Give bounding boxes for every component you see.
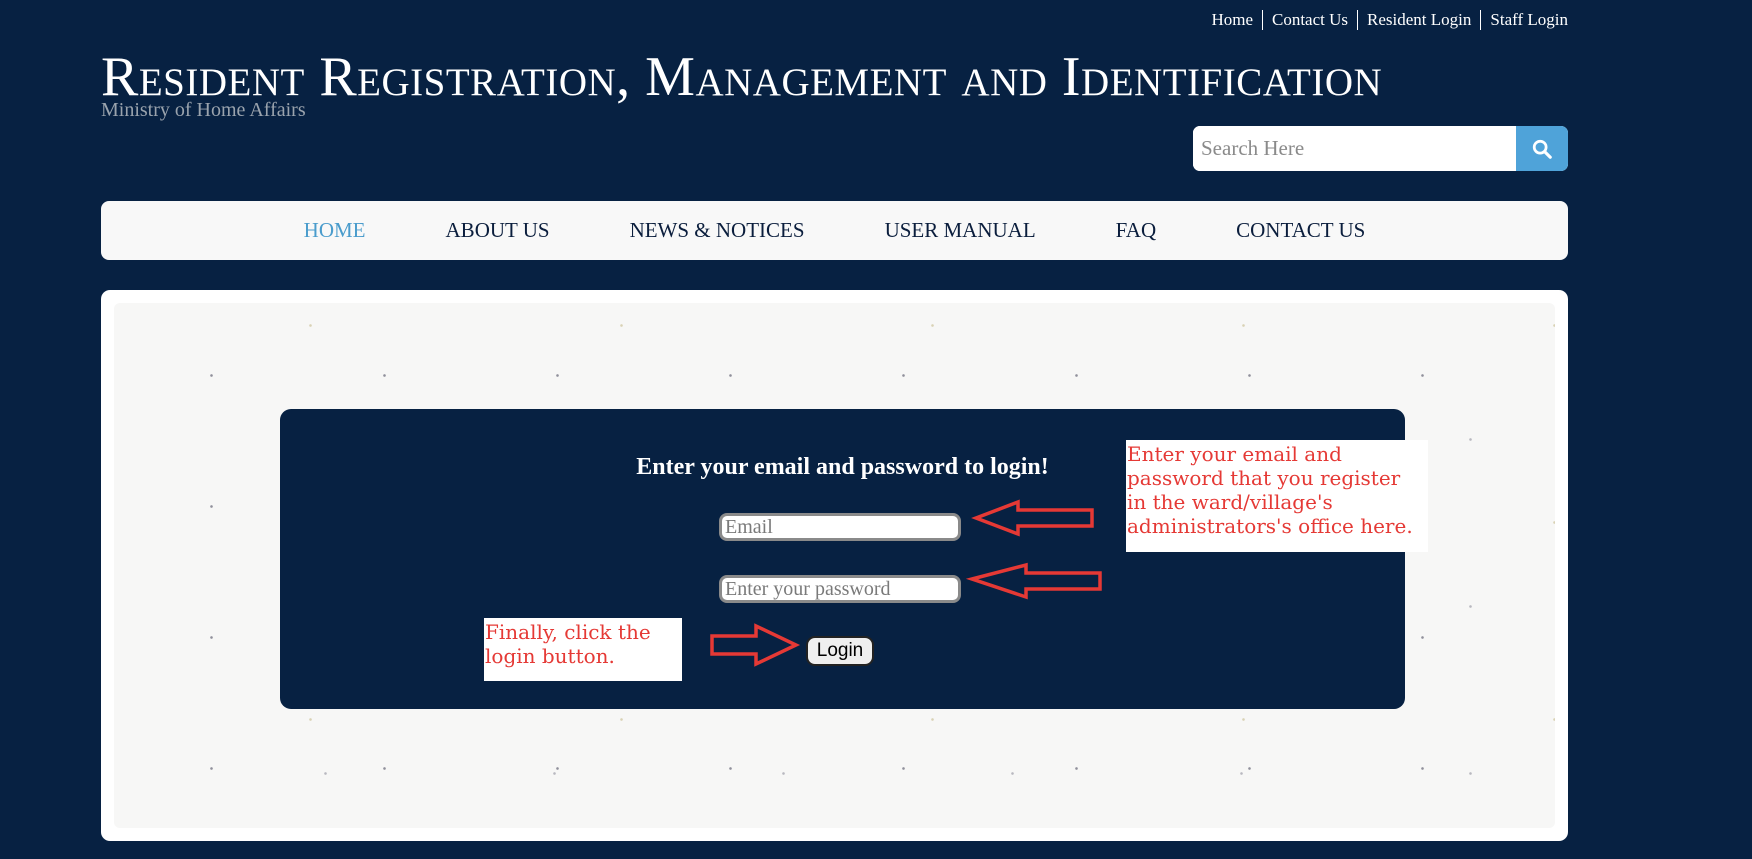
toplink-resident-login[interactable]: Resident Login bbox=[1358, 10, 1480, 30]
site-subtitle: Ministry of Home Affairs bbox=[101, 99, 306, 121]
nav-news-notices[interactable]: NEWS & NOTICES bbox=[630, 218, 805, 243]
arrow-left-icon bbox=[966, 562, 1102, 600]
nav-user-manual[interactable]: USER MANUAL bbox=[885, 218, 1036, 243]
password-field[interactable] bbox=[719, 575, 961, 603]
arrow-right-icon bbox=[710, 623, 801, 667]
email-field[interactable] bbox=[719, 513, 961, 541]
toplink-home[interactable]: Home bbox=[1202, 10, 1262, 30]
toplink-contact-us[interactable]: Contact Us bbox=[1263, 10, 1357, 30]
nav-contact-us[interactable]: CONTACT US bbox=[1236, 218, 1365, 243]
login-button[interactable]: Login bbox=[806, 636, 874, 666]
page: { "toplinks": { "home": "Home", "contact… bbox=[0, 0, 1752, 859]
annotation-email-password: Enter your email and password that you r… bbox=[1126, 440, 1428, 552]
annotation-login-button: Finally, click the login button. bbox=[484, 618, 682, 681]
toplink-staff-login[interactable]: Staff Login bbox=[1481, 10, 1568, 30]
nav-about-us[interactable]: ABOUT US bbox=[446, 218, 550, 243]
search-button[interactable] bbox=[1516, 126, 1568, 171]
search-icon bbox=[1532, 139, 1552, 159]
main-nav: HOME ABOUT US NEWS & NOTICES USER MANUAL… bbox=[101, 201, 1568, 260]
nav-faq[interactable]: FAQ bbox=[1116, 218, 1156, 243]
search-bar bbox=[1193, 126, 1568, 171]
arrow-left-icon bbox=[971, 499, 1094, 537]
nav-home[interactable]: HOME bbox=[304, 218, 366, 243]
search-input[interactable] bbox=[1193, 126, 1516, 171]
top-links: Home Contact Us Resident Login Staff Log… bbox=[1202, 10, 1568, 30]
